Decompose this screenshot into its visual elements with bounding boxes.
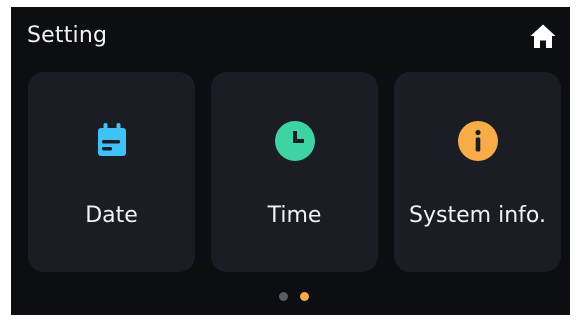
date-card[interactable]: Date [28, 72, 195, 272]
clock-icon [274, 121, 315, 161]
calendar-icon [97, 123, 126, 156]
time-card[interactable]: Time [211, 72, 378, 272]
page-title: Setting [27, 23, 108, 48]
settings-screen: Setting Date Time System info. [11, 7, 570, 315]
home-icon [530, 24, 556, 48]
system-info-card[interactable]: System info. [394, 72, 561, 272]
settings-cards: Date Time System info. [28, 72, 561, 272]
date-label: Date [85, 203, 138, 228]
info-icon [457, 121, 498, 161]
page-dot-1[interactable] [279, 292, 288, 301]
page-dot-2-active[interactable] [300, 292, 309, 301]
time-label: Time [267, 203, 322, 228]
system-info-label: System info. [409, 203, 546, 228]
home-button[interactable] [529, 22, 557, 50]
